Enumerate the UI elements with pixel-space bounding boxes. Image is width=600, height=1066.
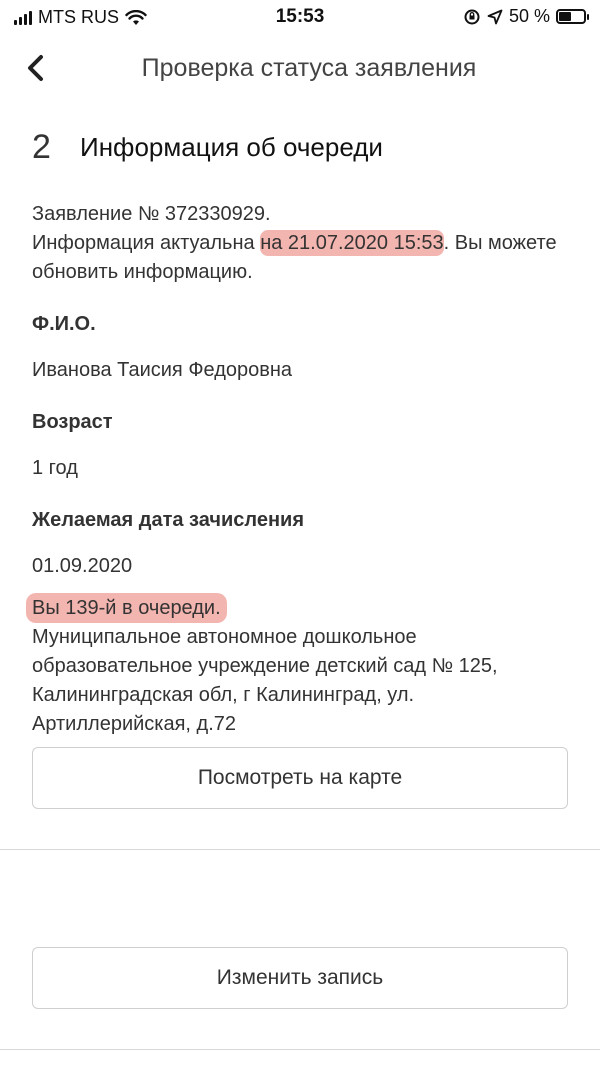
field-value-name: Иванова Таисия Федоровна — [32, 359, 293, 381]
view-on-map-button[interactable]: Посмотреть на карте — [32, 747, 568, 809]
status-right: 50 % — [463, 6, 589, 27]
queue-position: Вы 139-й в очереди. — [26, 593, 227, 623]
step-number: 2 — [32, 128, 51, 166]
location-icon — [487, 9, 503, 24]
edit-record-button[interactable]: Изменить запись — [32, 947, 568, 1009]
application-number: Заявление № 372330929. — [32, 203, 271, 225]
info-paragraph: Заявление № 372330929. Информация актуал… — [32, 200, 572, 287]
divider — [0, 849, 600, 850]
actual-date-highlight: на 21.07.2020 15:53 — [260, 230, 444, 256]
section-title: Информация об очереди — [80, 132, 383, 162]
field-value-date: 01.09.2020 — [32, 555, 133, 577]
battery-icon — [556, 9, 589, 24]
field-value-age: 1 год — [32, 457, 78, 479]
field-label-date: Желаемая дата зачисления — [32, 509, 305, 531]
status-bar: MTS RUS 15:53 50 % — [0, 0, 600, 36]
institution-address: Муниципальное автономное дошкольное обра… — [32, 626, 498, 735]
battery-percent: 50 % — [508, 6, 550, 26]
navigation-bar: Проверка статуса заявления — [0, 44, 600, 94]
field-label-age: Возраст — [32, 411, 113, 433]
queue-info-content: Заявление № 372330929. Информация актуал… — [26, 200, 572, 739]
rotation-lock-icon — [464, 9, 480, 24]
queue-block: Вы 139-й в очереди. Муниципальное автоно… — [26, 593, 572, 739]
field-label-name: Ф.И.О. — [32, 313, 96, 335]
actual-prefix: Информация актуальна — [32, 232, 261, 254]
divider — [0, 1049, 600, 1050]
page-title: Проверка статуса заявления — [141, 54, 477, 82]
section-header: 2 Информация об очереди — [32, 128, 383, 167]
